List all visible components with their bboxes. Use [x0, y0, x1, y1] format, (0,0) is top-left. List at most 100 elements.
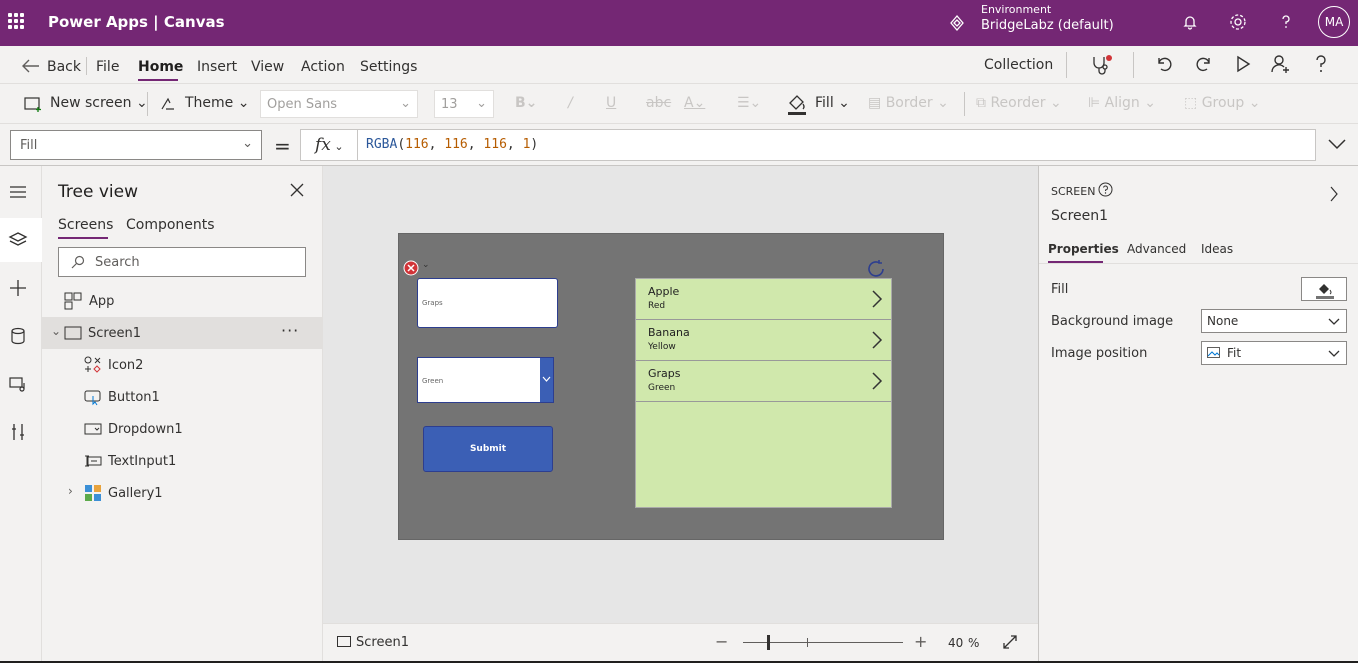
menu-insert[interactable]: Insert [197, 59, 237, 75]
zoom-out-icon[interactable]: − [715, 632, 728, 651]
fill-color-picker[interactable] [1301, 277, 1347, 301]
tree-item-button1[interactable]: Button1 [42, 381, 323, 413]
formula-input[interactable]: RGBA(116, 116, 116, 1) [357, 129, 1316, 161]
tree-item-gallery1[interactable]: › Gallery1 [42, 477, 323, 509]
zoom-slider-thumb[interactable] [767, 635, 771, 650]
bold-icon[interactable]: B⌄ [515, 95, 537, 111]
fx-button[interactable]: fx ⌄ [300, 129, 358, 161]
theme-button[interactable]: Theme ⌄ [185, 95, 249, 111]
environment-name[interactable]: BridgeLabz (default) [981, 18, 1114, 33]
dropdown-control[interactable]: Green [417, 357, 554, 403]
undo-icon[interactable] [1155, 55, 1173, 73]
dropdown-toggle[interactable] [540, 358, 553, 402]
gallery-item[interactable]: Banana Yellow [636, 320, 891, 361]
advanced-tools-icon[interactable] [8, 422, 28, 442]
info-help-icon[interactable] [1098, 182, 1113, 197]
gallery-item[interactable]: Graps Green [636, 361, 891, 402]
font-size-select[interactable]: 13 ⌄ [434, 90, 494, 118]
menu-home[interactable]: Home [138, 59, 183, 75]
gallery-control[interactable]: Apple Red Banana Yellow Graps Green [635, 278, 892, 508]
zoom-percentage: 40 [948, 636, 964, 650]
tab-components[interactable]: Components [126, 217, 215, 233]
more-options-icon[interactable]: ··· [281, 321, 299, 340]
tab-properties[interactable]: Properties [1048, 242, 1119, 256]
tab-ideas[interactable]: Ideas [1201, 242, 1233, 256]
back-arrow-icon[interactable] [22, 59, 40, 73]
preview-play-icon[interactable] [1235, 55, 1251, 73]
menu-bar: Back File Home Insert View Action Settin… [0, 46, 1358, 84]
search-placeholder: Search [95, 255, 140, 270]
current-screen-name[interactable]: Screen1 [356, 635, 409, 650]
bell-icon[interactable] [1180, 12, 1200, 32]
tree-item-label: Gallery1 [108, 486, 163, 501]
underline-icon[interactable]: U [606, 95, 616, 111]
strikethrough-icon[interactable]: abc [646, 95, 671, 111]
fill-bucket-icon[interactable] [786, 93, 808, 115]
group-button[interactable]: ⬚ Group ⌄ [1184, 95, 1261, 111]
user-avatar[interactable]: MA [1318, 6, 1350, 38]
redo-icon[interactable] [1195, 55, 1213, 73]
close-icon[interactable] [289, 182, 305, 198]
left-rail [0, 166, 42, 663]
image-position-label: Image position [1051, 346, 1148, 361]
menu-file[interactable]: File [96, 59, 119, 75]
menu-settings[interactable]: Settings [360, 59, 417, 75]
image-position-select[interactable]: Fit [1201, 341, 1347, 365]
font-color-icon[interactable]: A⌄ [684, 95, 705, 111]
help-menu-icon[interactable] [1312, 54, 1330, 74]
tree-item-textinput1[interactable]: TextInput1 [42, 445, 323, 477]
gallery-item[interactable]: Apple Red [636, 279, 891, 320]
theme-icon[interactable] [160, 97, 176, 111]
app-launcher-icon[interactable] [8, 13, 24, 29]
media-icon[interactable] [8, 374, 28, 394]
chevron-right-icon[interactable] [871, 331, 883, 349]
property-chevron-icon: ⌄ [242, 136, 253, 151]
share-user-icon[interactable] [1270, 54, 1292, 74]
collapse-panel-icon[interactable] [1329, 186, 1339, 202]
font-family-select[interactable]: Open Sans ⌄ [260, 90, 418, 118]
border-button[interactable]: ▤ Border ⌄ [868, 95, 949, 111]
tree-view-layers-icon[interactable] [8, 230, 28, 250]
text-input-control[interactable]: Graps [417, 278, 558, 328]
reorder-button[interactable]: ⧉ Reorder ⌄ [976, 95, 1062, 111]
tree-item-label: Button1 [108, 390, 160, 405]
tree-search-input[interactable]: Search [58, 247, 306, 277]
new-screen-button[interactable]: New screen ⌄ [50, 95, 148, 111]
error-badge-icon[interactable] [403, 260, 419, 276]
tree-item-screen1[interactable]: ⌄ Screen1 ··· [42, 317, 323, 349]
active-tab-indicator [58, 237, 108, 239]
text-align-icon[interactable]: ☰⌄ [737, 95, 761, 111]
data-cylinder-icon[interactable] [8, 326, 28, 346]
tree-item-icon2[interactable]: Icon2 [42, 349, 323, 381]
property-select[interactable]: Fill ⌄ [10, 130, 262, 160]
expand-formula-icon[interactable] [1327, 138, 1347, 150]
tab-advanced[interactable]: Advanced [1127, 242, 1186, 256]
environment-icon[interactable] [948, 14, 966, 32]
background-image-select[interactable]: None [1201, 309, 1347, 333]
chevron-right-icon[interactable]: › [68, 484, 73, 498]
fit-to-window-icon[interactable] [1002, 634, 1018, 650]
zoom-in-icon[interactable]: + [914, 632, 927, 651]
align-button[interactable]: ⊫ Align ⌄ [1088, 95, 1156, 111]
menu-view[interactable]: View [251, 59, 284, 75]
app-checker-icon[interactable] [1089, 54, 1113, 76]
fill-button[interactable]: Fill ⌄ [815, 95, 850, 111]
insert-plus-icon[interactable] [8, 278, 28, 298]
tree-item-app[interactable]: App [42, 285, 323, 317]
chevron-right-icon[interactable] [871, 372, 883, 390]
gear-icon[interactable] [1228, 12, 1248, 32]
reload-icon[interactable] [865, 258, 887, 280]
collection-button[interactable]: Collection [984, 57, 1053, 73]
back-button[interactable]: Back [47, 59, 81, 75]
menu-action[interactable]: Action [301, 59, 345, 75]
app-screen-preview[interactable]: ⌄ Graps Green Submit Apple Red Banana Ye… [398, 233, 944, 540]
chevron-down-icon[interactable]: ⌄ [51, 324, 61, 338]
tree-item-dropdown1[interactable]: Dropdown1 [42, 413, 323, 445]
help-icon[interactable] [1276, 12, 1296, 32]
chevron-right-icon[interactable] [871, 290, 883, 308]
italic-icon[interactable]: / [568, 95, 573, 111]
submit-button[interactable]: Submit [423, 426, 553, 472]
hamburger-menu-icon[interactable] [8, 182, 28, 202]
tab-screens[interactable]: Screens [58, 217, 113, 233]
new-screen-icon[interactable] [24, 96, 42, 112]
